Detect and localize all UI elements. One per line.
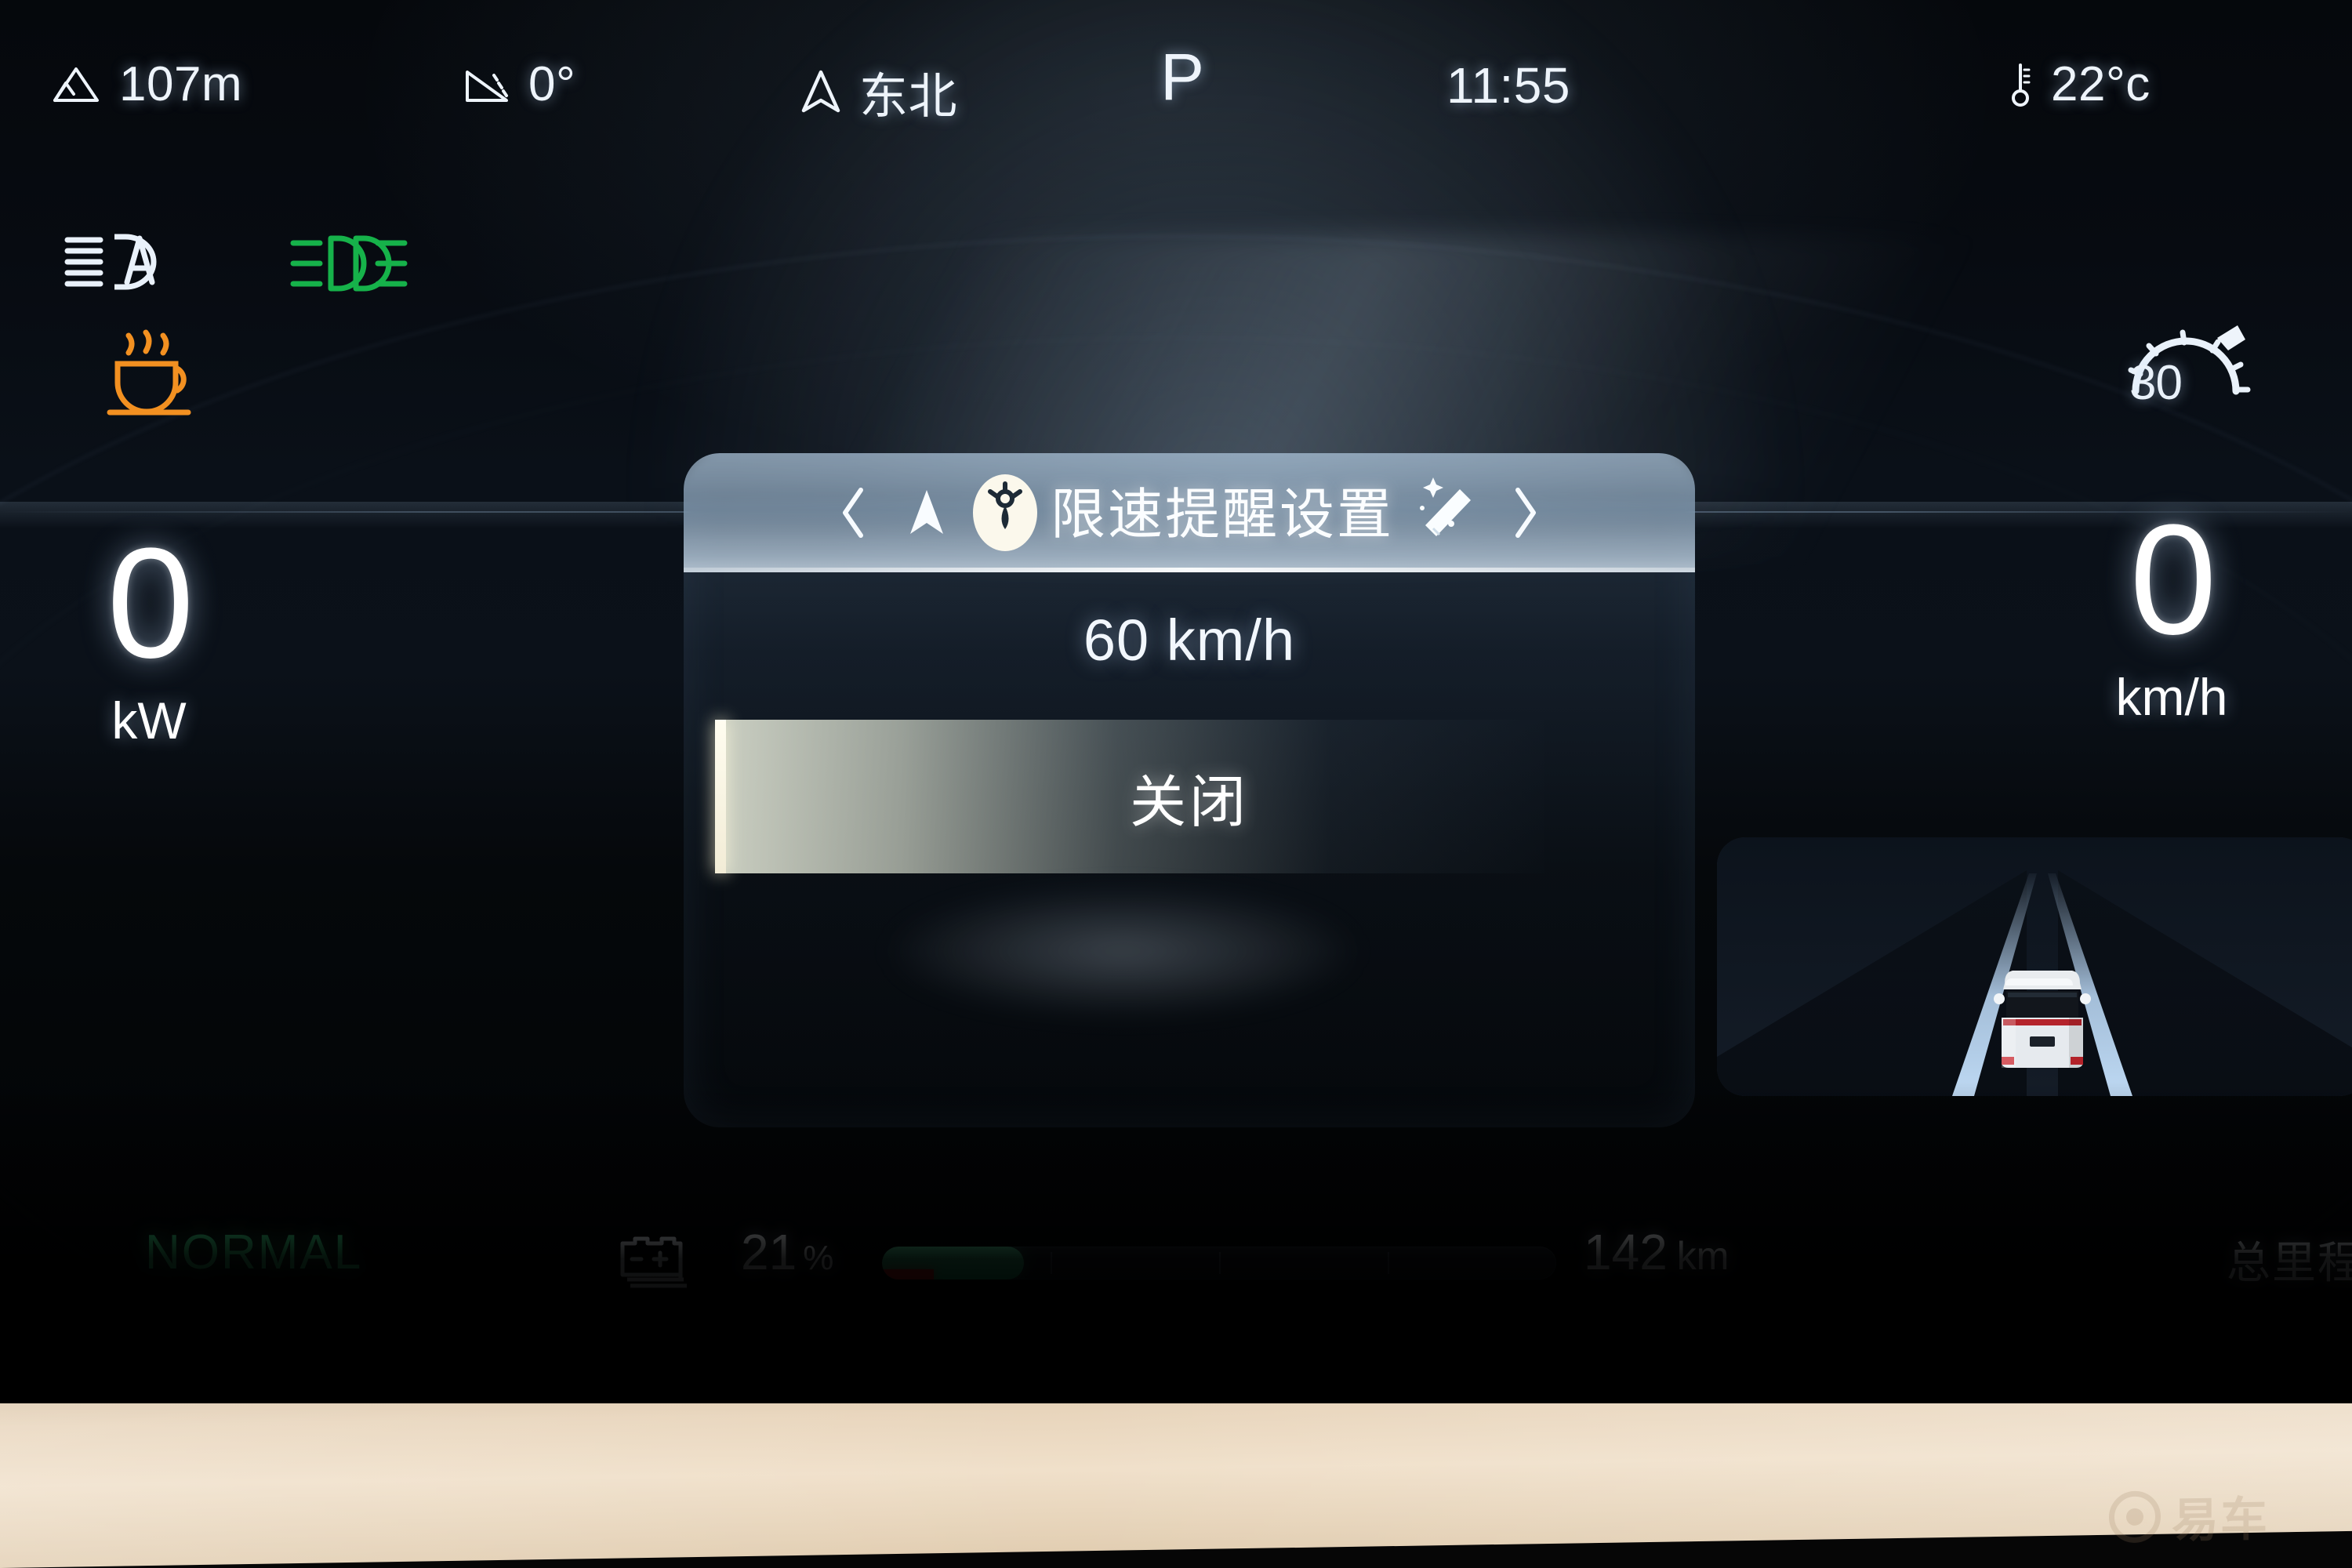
watermark: 易车 [2109, 1471, 2344, 1561]
outside-temperature: 22°c [2007, 56, 2151, 112]
altitude-indicator: 107m [50, 56, 242, 112]
speed-limiter-badge: 30 [2117, 310, 2281, 435]
option-list: 关闭 [684, 720, 1695, 1027]
slope-indicator: 0° [463, 56, 575, 112]
gear-indicator: P [1160, 39, 1205, 115]
speed-gauge: 0 km/h [2038, 492, 2305, 727]
thermometer-icon [2007, 60, 2034, 109]
watermark-logo-icon [2109, 1490, 2161, 1544]
direction-value: 东北 [859, 70, 958, 124]
telltale-group [0, 227, 784, 439]
power-gauge: 0 kW [31, 516, 267, 750]
speed-limit-alert-icon [964, 470, 1046, 555]
sparkle-wand-icon[interactable] [1403, 477, 1490, 549]
speed-limit-value: 60 km/h [1083, 608, 1296, 673]
option-row-next[interactable] [684, 873, 1695, 1027]
compass-direction: 东北 [800, 56, 957, 127]
ego-vehicle [1994, 971, 2091, 1068]
speed-limiter-value: 30 [2129, 356, 2183, 410]
slope-value: 0° [528, 57, 576, 111]
dialog-title: 限速提醒设置 [1051, 483, 1394, 545]
power-unit: kW [111, 691, 187, 750]
chevron-left-icon[interactable] [818, 485, 889, 540]
screen-bottom-vignette [0, 1082, 2352, 1403]
option-label: 关闭 [1129, 771, 1249, 834]
cluster-screen: 107m 0° 东北 P 11:55 22°c 30 0 kW 0 km/h 限… [0, 0, 2352, 1403]
navigation-arrow-icon[interactable] [889, 487, 964, 539]
instrument-cluster-photo: 易车 107m 0° 东北 P 11:55 22°c 30 0 kW 0 km/… [0, 0, 2352, 1568]
status-bar: 107m 0° 东北 P 11:55 22°c [0, 40, 2352, 132]
lane-assist-view [1717, 837, 2352, 1096]
mountain-icon [50, 64, 102, 105]
auto-high-beam-icon [63, 227, 166, 297]
watermark-text: 易车 [2172, 1492, 2269, 1547]
option-row-off[interactable]: 关闭 [684, 720, 1695, 873]
temperature-value: 22°c [2051, 57, 2151, 111]
altitude-value: 107m [119, 57, 243, 111]
speed-value: 0 [2129, 492, 2216, 667]
speed-unit: km/h [2115, 668, 2228, 726]
time-value: 11:55 [1446, 57, 1570, 114]
power-value: 0 [107, 516, 194, 691]
slope-angle-icon [463, 64, 511, 105]
gear-value: P [1160, 40, 1205, 114]
chevron-right-icon[interactable] [1490, 485, 1560, 540]
option-label [684, 873, 1695, 1027]
navigation-arrow-icon [800, 68, 842, 115]
low-beam-icon [290, 232, 408, 299]
dialog-header: 限速提醒设置 [684, 453, 1695, 572]
driver-fatigue-coffee-icon [102, 329, 199, 424]
speed-limit-alert-dialog[interactable]: 限速提醒设置 60 km/h 关闭 [684, 453, 1695, 1127]
clock: 11:55 [1446, 56, 1570, 114]
